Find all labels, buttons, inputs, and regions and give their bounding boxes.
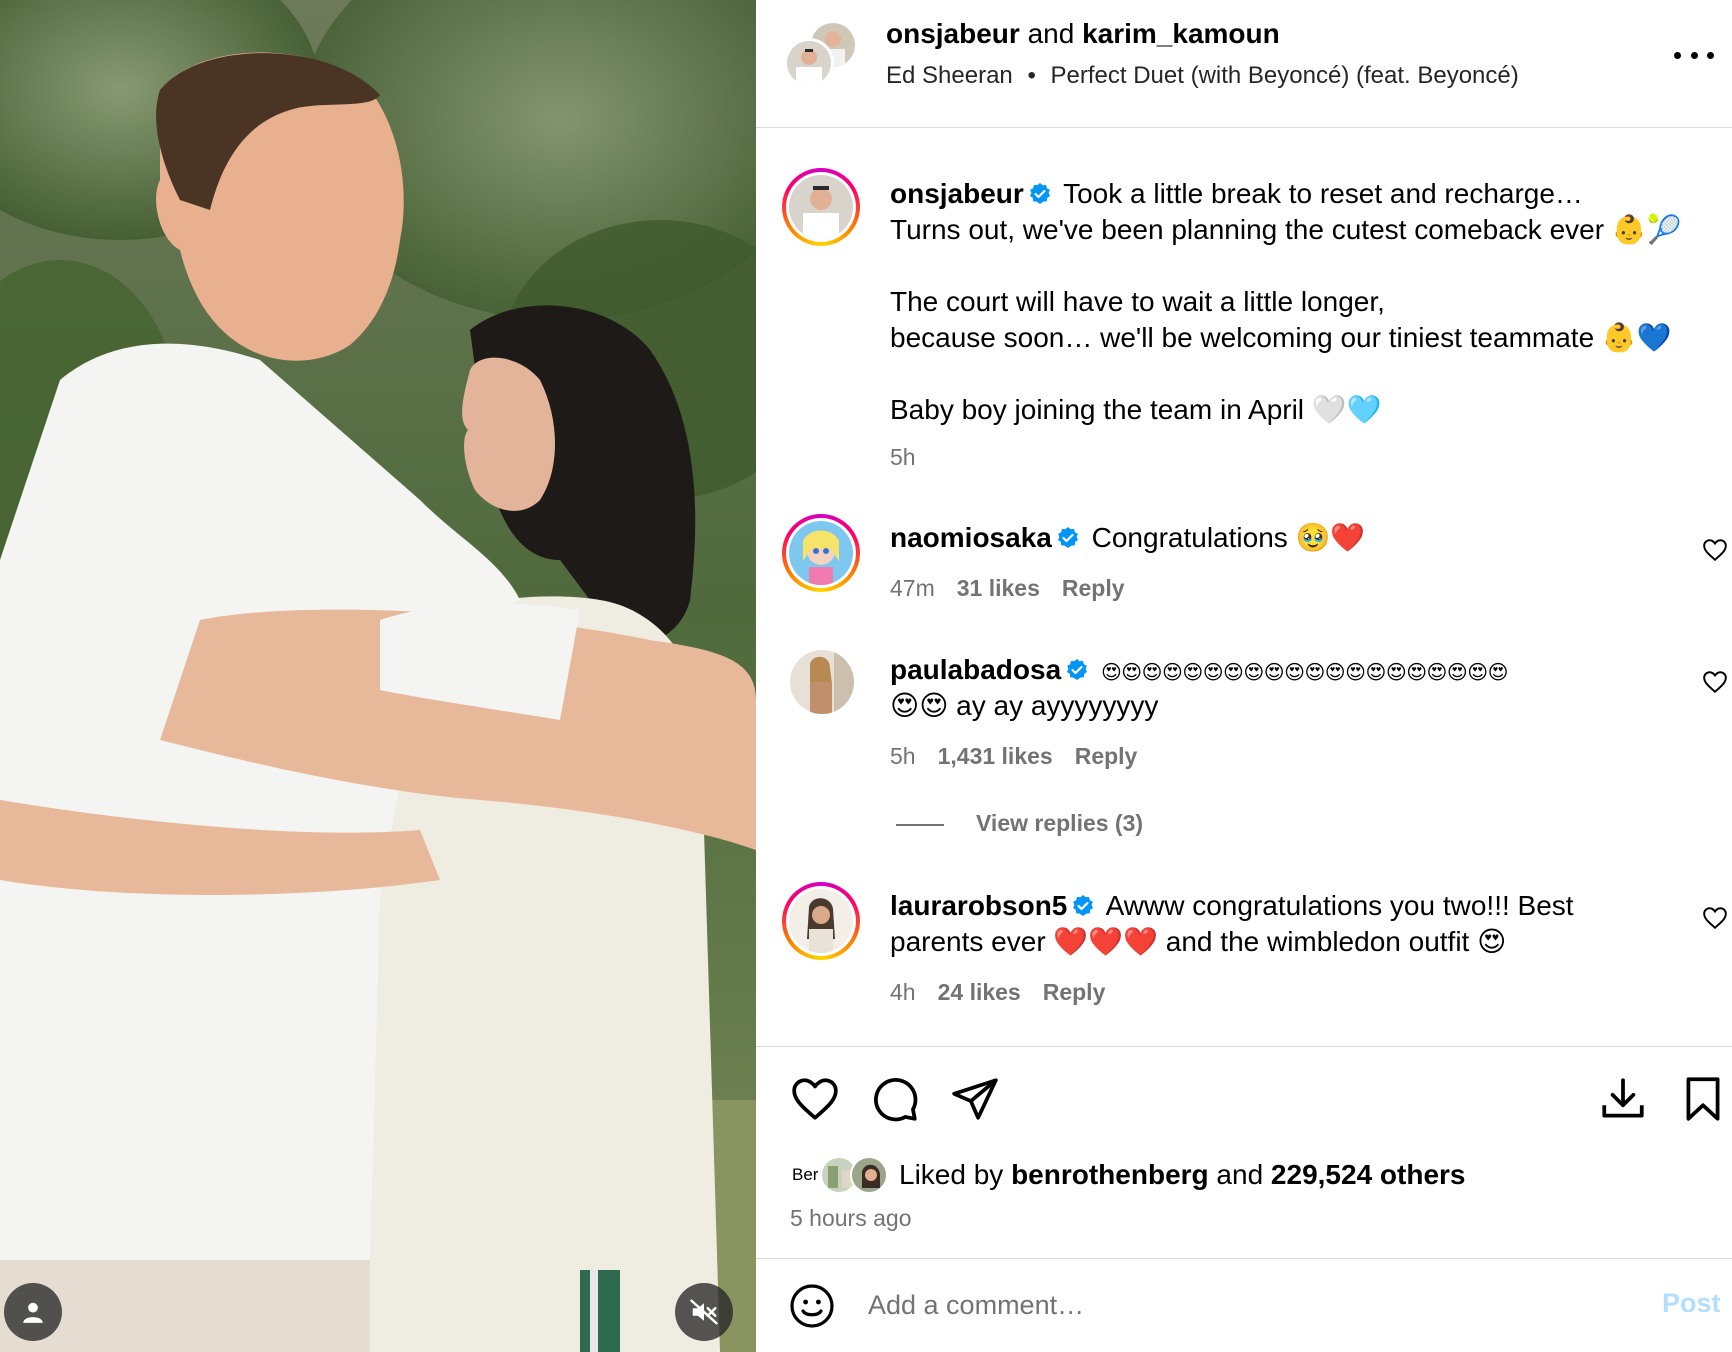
liked-by-username[interactable]: benrothenberg — [1011, 1159, 1209, 1190]
comment-1-meta: 47m 31 likes Reply — [890, 575, 1147, 602]
view-replies-button[interactable]: View replies (3) — [896, 810, 1143, 837]
download-icon[interactable] — [1598, 1074, 1648, 1124]
view-replies-dash — [896, 823, 944, 826]
authors-conjunction: and — [1027, 18, 1075, 49]
comment-like-heart-icon[interactable] — [1702, 537, 1728, 563]
author-username[interactable]: onsjabeur — [886, 18, 1020, 49]
caption-timestamp: 5h — [890, 444, 916, 470]
caption-line-4: because soon… we'll be welcoming our tin… — [890, 322, 1672, 353]
liker-avatar-3 — [850, 1156, 888, 1194]
liked-by-text: Liked by benrothenberg and 229,524 other… — [899, 1159, 1466, 1191]
comment-2-text-2: 😍😍 ay ay ayyyyyyyy — [890, 690, 1159, 721]
comment-2-reply-button[interactable]: Reply — [1075, 743, 1138, 769]
caption-line-5: Baby boy joining the team in April 🤍🩵 — [890, 394, 1382, 425]
liked-by-prefix: Liked by — [899, 1159, 1004, 1190]
actions-divider — [756, 1046, 1732, 1047]
comment-avatar-paulabadosa[interactable] — [790, 650, 854, 714]
liked-by-others[interactable]: 229,524 others — [1271, 1159, 1466, 1190]
comment-2-username[interactable]: paulabadosa — [890, 654, 1061, 685]
add-comment-input[interactable] — [868, 1280, 1568, 1330]
comment-2-time: 5h — [890, 743, 916, 769]
comment-avatar-laurarobson5[interactable] — [782, 882, 860, 960]
collaborator-username[interactable]: karim_kamoun — [1082, 18, 1280, 49]
post-time-ago[interactable]: 5 hours ago — [790, 1205, 911, 1232]
caption-line-1: onsjabeur Took a little break to reset a… — [890, 176, 1583, 212]
more-dot — [1690, 51, 1698, 59]
audio-track: Perfect Duet (with Beyoncé) (feat. Beyon… — [1050, 62, 1519, 89]
comment-1-line-1: naomiosaka Congratulations 🥹❤️ — [890, 520, 1365, 556]
caption-username[interactable]: onsjabeur — [890, 178, 1024, 209]
comment-2-text-1: 😍😍😍😍😍😍😍😍😍😍😍😍😍😍😍😍😍😍😍😍 — [1100, 660, 1509, 684]
user-tag-icon — [23, 1302, 43, 1323]
comment-1-text: Congratulations 🥹❤️ — [1091, 522, 1366, 553]
post-side-panel: onsjabeur and karim_kamoun Ed Sheeran • … — [756, 0, 1732, 1352]
comment-1-time: 47m — [890, 575, 935, 601]
post-media[interactable] — [0, 0, 756, 1352]
comment-1-username[interactable]: naomiosaka — [890, 522, 1052, 553]
comment-like-heart-icon[interactable] — [1702, 669, 1728, 695]
caption-line-2: Turns out, we've been planning the cutes… — [890, 214, 1682, 245]
comment-1-likes[interactable]: 31 likes — [957, 575, 1040, 601]
audio-info[interactable]: Ed Sheeran • Perfect Duet (with Beyoncé)… — [886, 62, 1519, 90]
liked-by-conjunction: and — [1216, 1159, 1264, 1190]
smiley-icon[interactable] — [788, 1282, 836, 1330]
more-options-button[interactable] — [1674, 40, 1714, 70]
comment-3-line-1: laurarobson5 Awww congratulations you tw… — [890, 888, 1574, 924]
comment-2-meta: 5h 1,431 likes Reply — [890, 743, 1159, 770]
comment-1-reply-button[interactable]: Reply — [1062, 575, 1125, 601]
heart-icon[interactable] — [790, 1074, 840, 1124]
speaker-muted-icon — [690, 1299, 718, 1325]
verified-badge-icon — [1057, 527, 1078, 548]
post-comment-button[interactable]: Post — [1662, 1288, 1721, 1319]
verified-badge-icon — [1067, 659, 1088, 680]
more-horizontal-icon — [1674, 51, 1681, 59]
caption-line-3: The court will have to wait a little lon… — [890, 286, 1385, 317]
caption-text-1: Took a little break to reset and recharg… — [1063, 178, 1583, 209]
mute-toggle-button[interactable] — [675, 1283, 733, 1341]
verified-badge-icon — [1029, 183, 1050, 204]
add-comment-bar: Post — [756, 1258, 1732, 1352]
caption-avatar[interactable] — [782, 168, 860, 246]
comment-like-heart-icon[interactable] — [1702, 905, 1728, 931]
comment-3-text-2: parents ever ❤️❤️❤️ and the wimbledon ou… — [890, 926, 1507, 957]
comment-3-reply-button[interactable]: Reply — [1043, 979, 1106, 1005]
verified-badge-icon — [1073, 895, 1094, 916]
comment-avatar-naomiosaka[interactable] — [782, 514, 860, 592]
view-replies-label: View replies (3) — [976, 810, 1144, 836]
author-avatar[interactable] — [784, 38, 834, 88]
comment-3-time: 4h — [890, 979, 916, 1005]
comment-2-line-1: paulabadosa 😍😍😍😍😍😍😍😍😍😍😍😍😍😍😍😍😍😍😍😍 — [890, 652, 1508, 690]
send-icon[interactable] — [950, 1074, 1000, 1124]
bookmark-icon[interactable] — [1678, 1074, 1728, 1124]
audio-separator: • — [1027, 62, 1036, 89]
comment-icon[interactable] — [870, 1074, 920, 1124]
post-authors: onsjabeur and karim_kamoun — [886, 18, 1280, 50]
comment-3-likes[interactable]: 24 likes — [938, 979, 1021, 1005]
tagged-users-button[interactable] — [4, 1283, 62, 1341]
comment-3-text-1: Awww congratulations you two!!! Best — [1105, 890, 1574, 921]
post-header: onsjabeur and karim_kamoun Ed Sheeran • … — [756, 0, 1732, 128]
more-dot — [1707, 51, 1714, 59]
comment-3-meta: 4h 24 likes Reply — [890, 979, 1127, 1006]
comment-2-likes[interactable]: 1,431 likes — [938, 743, 1053, 769]
comment-3-username[interactable]: laurarobson5 — [890, 890, 1067, 921]
post-video-frame — [0, 0, 756, 1352]
audio-artist: Ed Sheeran — [886, 62, 1013, 89]
